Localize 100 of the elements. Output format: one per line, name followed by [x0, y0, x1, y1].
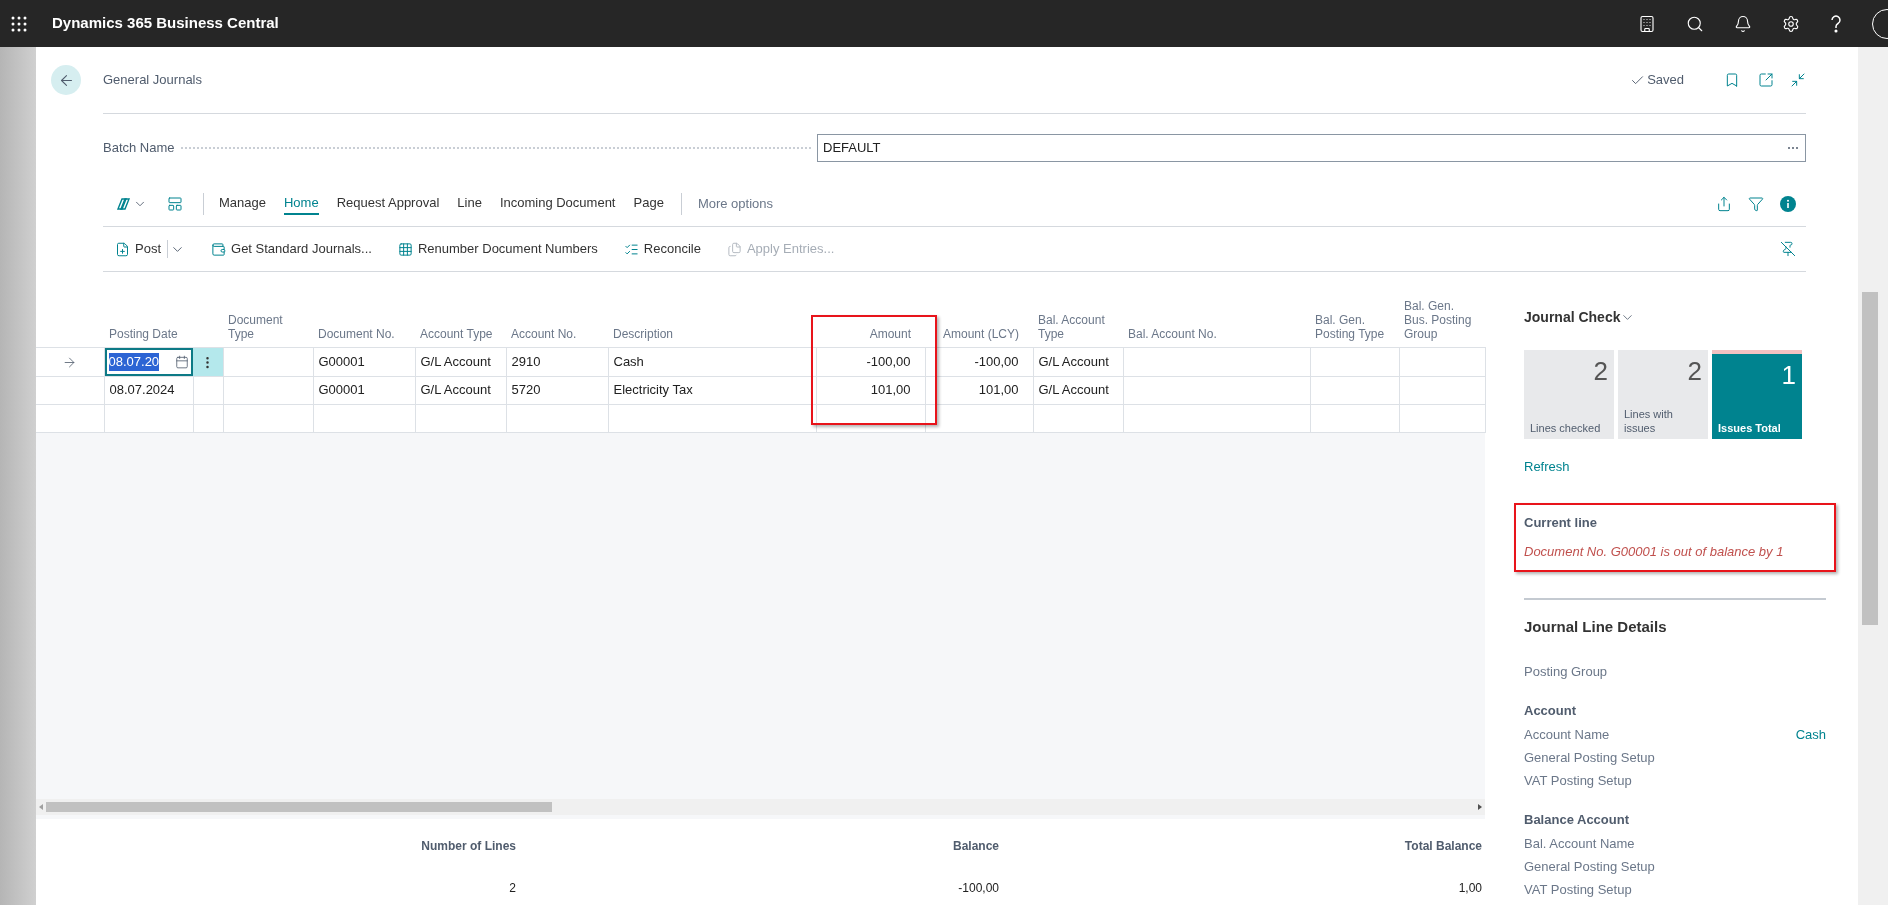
action-icon: [115, 241, 130, 257]
field-label: VAT Posting Setup: [1524, 771, 1632, 790]
table-cell-text: -100,00: [973, 352, 1019, 371]
action-icon: [211, 241, 226, 257]
column-header[interactable]: Bal. Account No.: [1128, 326, 1305, 341]
filter-icon[interactable]: [1748, 196, 1764, 212]
tile-count: 2: [1593, 358, 1608, 384]
issue-message: Document No. G00001 is out of balance by 1: [1524, 543, 1785, 561]
page-title: General Journals: [103, 71, 202, 90]
total-value: 1,00: [1458, 880, 1482, 897]
action-button[interactable]: Post: [115, 239, 185, 259]
table-cell-text: 101,00: [977, 381, 1019, 400]
table-row[interactable]: 08.07.2024 G00001 G/L Account 5720 Electricity Tax 101,00 101,00 G/L Account: [36, 376, 1485, 404]
tile-count: 2: [1687, 358, 1702, 384]
column-header[interactable]: Amount (LCY): [930, 326, 1019, 341]
column-header[interactable]: Bal. Gen. Posting Type: [1315, 312, 1394, 341]
table-cell-text: G/L Account: [420, 381, 492, 400]
column-header[interactable]: Account Type: [420, 326, 501, 341]
field-label: Bal. Account Name: [1524, 834, 1635, 853]
table-row[interactable]: 08.07.20 G00001 G/L Account 2910 Cash -100,00 -100,00 G/L Account: [36, 347, 1485, 376]
app-title: Dynamics 365 Business Central: [52, 13, 279, 34]
tile-label: Lines with issues: [1624, 407, 1674, 435]
notifications-icon[interactable]: [1734, 14, 1752, 33]
search-icon[interactable]: [1686, 14, 1704, 33]
field-label: General Posting Setup: [1524, 748, 1655, 767]
date-field[interactable]: 08.07.20: [104, 347, 193, 376]
action-icon: [397, 241, 413, 257]
cue-tile[interactable]: 2 Lines checked: [1524, 350, 1614, 439]
back-button[interactable]: [51, 65, 81, 95]
unpin-icon[interactable]: [1780, 241, 1796, 257]
total-value: -100,00: [958, 880, 999, 897]
action-button[interactable]: Reconcile: [623, 239, 701, 259]
table-cell-text: -100,00: [865, 352, 911, 371]
calendar-icon[interactable]: [175, 354, 189, 369]
field-label: General Posting Setup: [1524, 857, 1655, 876]
field-value-link[interactable]: Cash: [1795, 724, 1826, 745]
group-heading: Account: [1524, 702, 1577, 720]
field-label: Account Name: [1524, 725, 1610, 744]
collapse-icon[interactable]: [1790, 72, 1806, 88]
table-cell-text: G/L Account: [1038, 352, 1110, 371]
table-cell-text: G00001: [318, 381, 366, 400]
column-header[interactable]: Account No.: [511, 326, 603, 341]
current-line-title: Current line: [1524, 513, 1598, 532]
menu-tab[interactable]: Request Approval: [336, 192, 440, 216]
scroll-left-icon[interactable]: [38, 804, 44, 810]
menu-tab[interactable]: Manage: [219, 192, 266, 216]
info-icon[interactable]: [1780, 196, 1796, 212]
copilot-icon[interactable]: [115, 197, 131, 211]
menu-tab[interactable]: Incoming Document: [499, 192, 616, 216]
table-cell-text: 08.07.2024: [109, 381, 176, 400]
action-button[interactable]: Get Standard Journals...: [211, 239, 372, 259]
total-value: 2: [509, 880, 516, 897]
menu-tab[interactable]: Page: [633, 192, 664, 216]
settings-icon[interactable]: [1782, 14, 1800, 33]
share-icon[interactable]: [1716, 196, 1732, 212]
more-options-button[interactable]: More options: [697, 194, 774, 214]
horizontal-scrollbar[interactable]: [36, 799, 1485, 815]
action-icon: [623, 241, 639, 257]
total-label: Number of Lines: [421, 838, 516, 855]
current-row-arrow-icon: [62, 354, 78, 370]
column-header[interactable]: Bal. Account Type: [1038, 312, 1118, 341]
vertical-scrollbar[interactable]: [1858, 47, 1888, 905]
column-header[interactable]: Document Type: [228, 312, 308, 341]
bookmark-icon[interactable]: [1724, 72, 1740, 88]
company-icon[interactable]: [1638, 14, 1656, 33]
table-cell-text: G00001: [318, 352, 366, 371]
batch-name-field[interactable]: DEFAULT: [817, 134, 1806, 162]
table-cell-text: Electricity Tax: [613, 381, 694, 400]
table-cell-text: G/L Account: [1038, 381, 1110, 400]
action-button[interactable]: Renumber Document Numbers: [397, 239, 598, 259]
menu-tab[interactable]: Line: [457, 192, 482, 216]
column-header[interactable]: Description: [613, 326, 811, 341]
column-header[interactable]: Document No.: [318, 326, 410, 341]
cue-tile[interactable]: 2 Lines with issues: [1618, 350, 1708, 439]
total-label: Balance: [952, 838, 999, 855]
tile-label: Lines checked: [1530, 421, 1602, 435]
tile-label: Issues Total: [1718, 421, 1782, 435]
batch-name-label: Batch Name: [103, 139, 175, 158]
open-new-window-icon[interactable]: [1758, 72, 1774, 88]
scroll-right-icon[interactable]: [1477, 804, 1483, 810]
panel-icon[interactable]: [167, 196, 183, 212]
tile-count: 1: [1781, 362, 1796, 388]
column-header[interactable]: Amount: [821, 326, 911, 341]
table-cell-text: Cash: [613, 352, 645, 371]
journal-check-title: Journal Check: [1524, 308, 1621, 327]
refresh-link[interactable]: Refresh: [1524, 457, 1570, 477]
menu-tab[interactable]: Home: [284, 192, 319, 216]
table-cell-text: G/L Account: [420, 352, 492, 371]
total-label: Total Balance: [1404, 838, 1482, 855]
app-launcher-icon[interactable]: [10, 14, 28, 33]
help-icon[interactable]: [1830, 14, 1842, 33]
group-heading: Balance Account: [1524, 811, 1630, 829]
column-header[interactable]: Posting Date: [109, 326, 188, 341]
column-header[interactable]: Bal. Gen. Bus. Posting Group: [1404, 298, 1480, 341]
save-status: Saved: [1647, 71, 1684, 90]
details-title: Journal Line Details: [1524, 616, 1668, 637]
action-icon: [726, 241, 742, 257]
table-cell-text: 2910: [511, 352, 542, 371]
table-cell-text: 101,00: [869, 381, 911, 400]
cue-tile[interactable]: 1 Issues Total: [1712, 350, 1802, 439]
